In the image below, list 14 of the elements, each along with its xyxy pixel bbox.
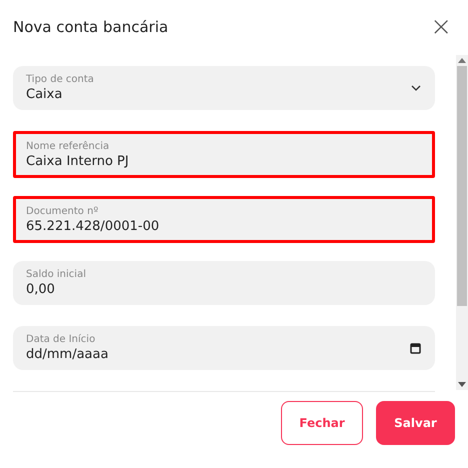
close-dialog-button[interactable]: Fechar <box>281 401 363 445</box>
input-field[interactable]: Documento nº 65.221.428/0001-00 <box>13 196 435 243</box>
scrollbar[interactable] <box>456 55 468 390</box>
scroll-up-icon[interactable] <box>458 58 466 63</box>
select-field[interactable]: Tipo de conta Caixa <box>13 66 435 110</box>
calendar-icon <box>410 342 421 354</box>
chevron-down-icon <box>411 85 421 91</box>
date-field[interactable]: Data de Início dd/mm/aaaa <box>13 326 435 370</box>
scroll-down-icon[interactable] <box>458 382 466 387</box>
input-field[interactable]: Nome referência Caixa Interno PJ <box>13 131 435 178</box>
save-button[interactable]: Salvar <box>376 401 455 445</box>
dialog-title: Nova conta bancária <box>13 18 168 36</box>
input-field[interactable]: Saldo inicial 0,00 <box>13 261 435 305</box>
close-button[interactable]: × <box>426 15 456 39</box>
